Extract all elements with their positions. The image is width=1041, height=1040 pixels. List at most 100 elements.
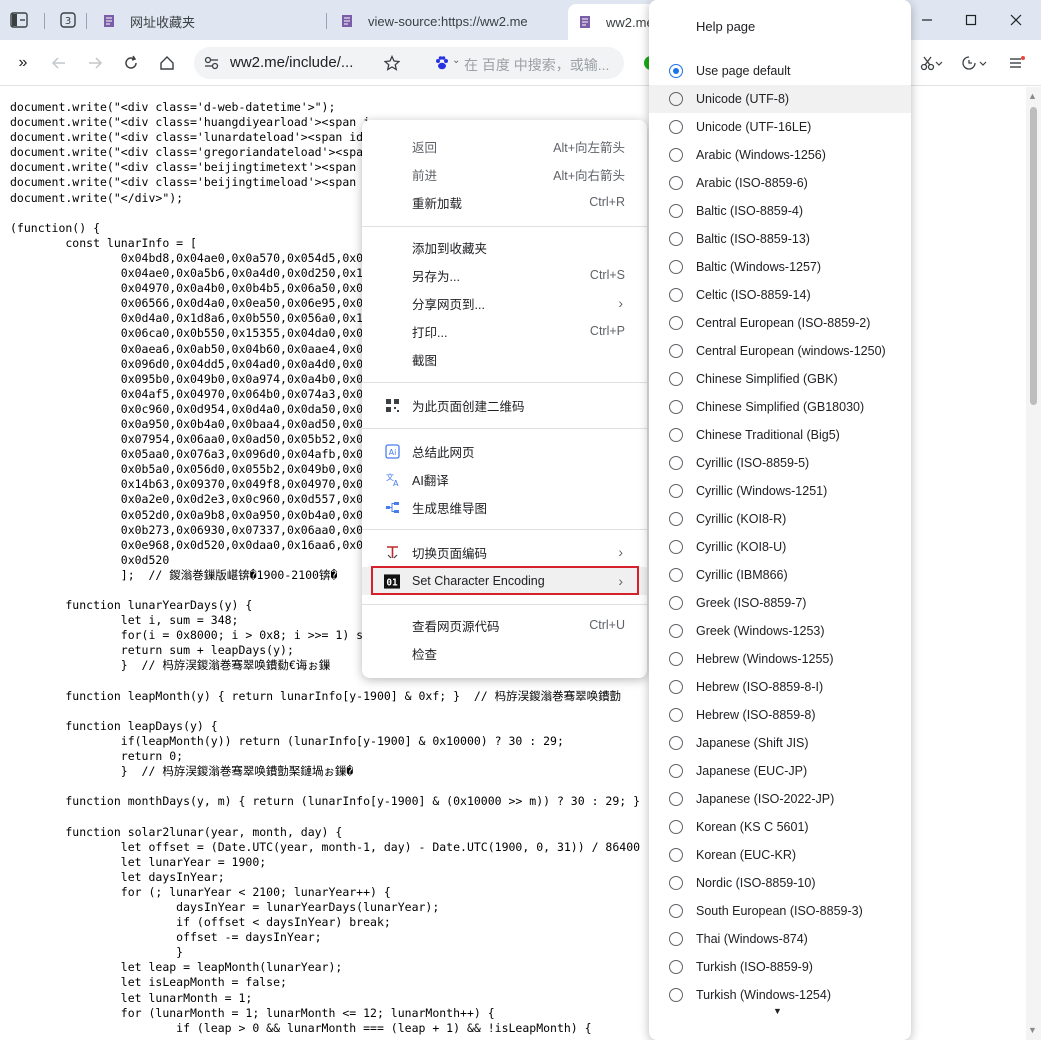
home-button[interactable]: [156, 52, 178, 74]
radio-icon[interactable]: [669, 568, 683, 582]
radio-icon[interactable]: [669, 288, 683, 302]
encoding-option[interactable]: Chinese Simplified (GBK): [649, 365, 911, 393]
menu-item-inspect[interactable]: 检查: [362, 639, 647, 667]
encoding-option[interactable]: Cyrillic (KOI8-R): [649, 505, 911, 533]
tab-bookmarks[interactable]: 网址收藏夹: [92, 4, 322, 38]
radio-icon[interactable]: [669, 596, 683, 610]
menu-item-add-favorite[interactable]: 添加到收藏夹: [362, 233, 647, 261]
menu-item-screenshot[interactable]: 截图: [362, 345, 647, 373]
scrollbar-thumb[interactable]: [1030, 107, 1037, 405]
radio-icon[interactable]: [669, 820, 683, 834]
radio-icon[interactable]: [669, 204, 683, 218]
more-tools-chevrons-icon[interactable]: »: [12, 52, 34, 74]
close-window-button[interactable]: [993, 0, 1039, 40]
radio-icon[interactable]: [669, 232, 683, 246]
menu-item-switch-encoding[interactable]: 切换页面编码 ›: [362, 538, 647, 566]
radio-icon[interactable]: [669, 848, 683, 862]
encoding-option[interactable]: Unicode (UTF-8): [649, 85, 911, 113]
encoding-option[interactable]: Hebrew (Windows-1255): [649, 645, 911, 673]
sidebar-toggle-icon[interactable]: [10, 11, 28, 29]
encoding-option[interactable]: Cyrillic (ISO-8859-5): [649, 449, 911, 477]
encoding-option[interactable]: Korean (EUC-KR): [649, 841, 911, 869]
menu-item-print[interactable]: 打印... Ctrl+P: [362, 317, 647, 345]
radio-icon[interactable]: [669, 736, 683, 750]
back-button[interactable]: [48, 52, 70, 74]
radio-icon[interactable]: [669, 624, 683, 638]
scroll-up-icon[interactable]: ▲: [1028, 91, 1037, 101]
menu-item-mind-map[interactable]: 生成思维导图: [362, 493, 647, 521]
encoding-option[interactable]: Baltic (ISO-8859-13): [649, 225, 911, 253]
menu-item-back[interactable]: 返回 Alt+向左箭头: [362, 132, 647, 160]
encoding-option[interactable]: Baltic (ISO-8859-4): [649, 197, 911, 225]
radio-icon[interactable]: [669, 960, 683, 974]
menu-item-save-as[interactable]: 另存为... Ctrl+S: [362, 261, 647, 289]
radio-icon[interactable]: [669, 64, 683, 78]
radio-icon[interactable]: [669, 932, 683, 946]
radio-icon[interactable]: [669, 540, 683, 554]
radio-icon[interactable]: [669, 988, 683, 1002]
radio-icon[interactable]: [669, 764, 683, 778]
radio-icon[interactable]: [669, 792, 683, 806]
scissors-icon[interactable]: [918, 52, 946, 74]
encoding-option[interactable]: Korean (KS C 5601): [649, 813, 911, 841]
scroll-more-icon[interactable]: ▼: [773, 1006, 782, 1016]
encoding-option[interactable]: Unicode (UTF-16LE): [649, 113, 911, 141]
scroll-down-icon[interactable]: ▼: [1028, 1025, 1037, 1035]
encoding-option[interactable]: Arabic (ISO-8859-6): [649, 169, 911, 197]
encoding-option[interactable]: Use page default: [649, 57, 911, 85]
radio-icon[interactable]: [669, 260, 683, 274]
encoding-option[interactable]: Japanese (EUC-JP): [649, 757, 911, 785]
radio-icon[interactable]: [669, 680, 683, 694]
encoding-option[interactable]: South European (ISO-8859-3): [649, 897, 911, 925]
encoding-option[interactable]: Cyrillic (Windows-1251): [649, 477, 911, 505]
maximize-button[interactable]: [948, 0, 994, 40]
radio-icon[interactable]: [669, 484, 683, 498]
star-icon[interactable]: [384, 55, 400, 71]
encoding-option[interactable]: Chinese Simplified (GB18030): [649, 393, 911, 421]
menu-item-summarize[interactable]: Ai 总结此网页: [362, 437, 647, 465]
radio-icon[interactable]: [669, 372, 683, 386]
chevron-down-icon[interactable]: ⌄: [452, 55, 460, 66]
radio-icon[interactable]: [669, 428, 683, 442]
radio-icon[interactable]: [669, 876, 683, 890]
encoding-option[interactable]: Japanese (Shift JIS): [649, 729, 911, 757]
encoding-option[interactable]: Cyrillic (IBM866): [649, 561, 911, 589]
search-placeholder[interactable]: 在 百度 中搜索，或输...: [464, 55, 609, 75]
radio-icon[interactable]: [669, 708, 683, 722]
radio-icon[interactable]: [669, 120, 683, 134]
encoding-option[interactable]: Greek (ISO-8859-7): [649, 589, 911, 617]
baidu-paw-icon[interactable]: [434, 55, 450, 71]
menu-item-ai-translate[interactable]: 文A AI翻译: [362, 465, 647, 493]
menu-item-reload[interactable]: 重新加载 Ctrl+R: [362, 188, 647, 216]
radio-icon[interactable]: [669, 344, 683, 358]
radio-icon[interactable]: [669, 904, 683, 918]
encoding-option[interactable]: Japanese (ISO-2022-JP): [649, 785, 911, 813]
help-page-link[interactable]: Help page: [696, 19, 755, 34]
menu-item-qr-code[interactable]: 为此页面创建二维码: [362, 391, 647, 419]
encoding-option[interactable]: Thai (Windows-874): [649, 925, 911, 953]
encoding-option[interactable]: Greek (Windows-1253): [649, 617, 911, 645]
radio-icon[interactable]: [669, 316, 683, 330]
url-text[interactable]: ww2.me/include/...: [230, 54, 353, 71]
site-settings-icon[interactable]: [204, 56, 219, 70]
encoding-option[interactable]: Chinese Traditional (Big5): [649, 421, 911, 449]
radio-icon[interactable]: [669, 512, 683, 526]
menu-icon[interactable]: [1006, 52, 1028, 74]
menu-item-share[interactable]: 分享网页到... ›: [362, 289, 647, 317]
encoding-option[interactable]: Nordic (ISO-8859-10): [649, 869, 911, 897]
encoding-option[interactable]: Hebrew (ISO-8859-8): [649, 701, 911, 729]
tab-view-source[interactable]: view-source:https://ww2.me: [330, 4, 560, 38]
encoding-option[interactable]: Hebrew (ISO-8859-8-I): [649, 673, 911, 701]
menu-item-forward[interactable]: 前进 Alt+向右箭头: [362, 160, 647, 188]
vertical-scrollbar[interactable]: ▲ ▼: [1026, 87, 1041, 1040]
radio-icon[interactable]: [669, 456, 683, 470]
address-bar[interactable]: ww2.me/include/... ⌄ 在 百度 中搜索，或输...: [194, 47, 624, 79]
encoding-option[interactable]: Central European (ISO-8859-2): [649, 309, 911, 337]
encoding-option[interactable]: Turkish (Windows-1254): [649, 981, 911, 1009]
reload-button[interactable]: [120, 52, 142, 74]
tab-count-icon[interactable]: 3: [59, 11, 77, 29]
radio-icon[interactable]: [669, 176, 683, 190]
encoding-option[interactable]: Central European (windows-1250): [649, 337, 911, 365]
encoding-option[interactable]: Turkish (ISO-8859-9): [649, 953, 911, 981]
radio-icon[interactable]: [669, 92, 683, 106]
